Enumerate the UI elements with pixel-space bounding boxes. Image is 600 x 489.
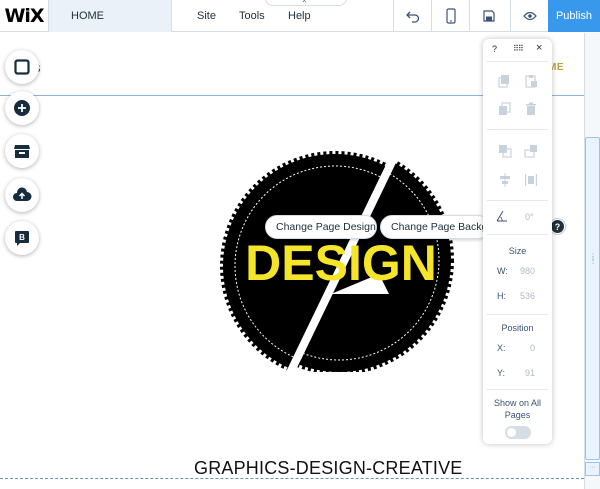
x-label: X: [497, 343, 506, 353]
panel-header: ? ⠿⠿ × [483, 39, 552, 61]
save-icon [482, 10, 495, 22]
width-label: W: [497, 266, 508, 276]
panel-divider [487, 61, 548, 62]
add-button[interactable] [5, 91, 39, 125]
panel-divider [487, 200, 548, 201]
eye-icon [522, 11, 537, 21]
panel-help-button[interactable]: ? [492, 44, 497, 54]
delete-icon[interactable] [524, 102, 538, 116]
help-icon: ? [551, 220, 564, 233]
y-label: Y: [497, 368, 506, 378]
show-on-all-pages-label: Show on All Pages [493, 398, 542, 420]
app-market-icon [14, 145, 30, 158]
editor-top-bar: WiX HOME ⌃ Site Tools Help Publish [0, 0, 600, 32]
drag-handle-icon[interactable]: ⠿⠿ [513, 44, 524, 53]
panel-divider [487, 314, 548, 315]
undo-icon [405, 11, 419, 23]
background-icon [14, 59, 30, 75]
undo-button[interactable] [393, 0, 431, 32]
rotate-icon[interactable] [495, 209, 509, 223]
duplicate-icon[interactable] [498, 102, 512, 116]
position-title: Position [501, 323, 534, 333]
rotation-value[interactable]: 0° [525, 212, 534, 222]
publish-button[interactable]: Publish [548, 0, 600, 32]
save-button[interactable] [469, 0, 507, 32]
add-icon [14, 100, 30, 116]
distribute-icon[interactable] [524, 173, 538, 187]
menu-help[interactable]: Help [288, 10, 311, 22]
scrollbar-thumb[interactable] [585, 137, 600, 460]
blog-button[interactable]: B [5, 221, 39, 255]
design-logo-text: DESIGN [245, 235, 437, 291]
copy-icon[interactable] [498, 74, 512, 88]
height-input[interactable]: 536 [511, 291, 535, 301]
paste-icon[interactable] [524, 74, 538, 88]
mobile-view-button[interactable] [431, 0, 469, 32]
change-page-background-button[interactable]: Change Page Backgro [380, 215, 490, 239]
send-backward-icon[interactable] [524, 144, 538, 158]
change-page-design-button[interactable]: Change Page Design [265, 215, 377, 239]
preview-button[interactable] [510, 0, 548, 32]
bring-forward-icon[interactable] [498, 144, 512, 158]
scroll-bottom-handle[interactable]: ··· [585, 462, 600, 476]
site-footer-text[interactable]: GRAPHICS-DESIGN-CREATIVE [194, 458, 463, 479]
wix-logo[interactable]: WiX [0, 0, 48, 32]
scroll-grip-icon: ⋮ ⋮ [589, 252, 597, 265]
align-icon[interactable] [498, 173, 512, 187]
size-title: Size [508, 246, 527, 256]
menu-tools[interactable]: Tools [239, 10, 265, 22]
toggle-knob [507, 428, 516, 437]
footer-boundary [0, 478, 584, 479]
height-label: H: [497, 291, 506, 301]
panel-close-button[interactable]: × [536, 42, 542, 54]
panel-divider [487, 129, 548, 130]
chevron-up-icon: ⌃ [301, 0, 308, 8]
show-on-all-pages-toggle[interactable] [505, 426, 531, 439]
y-input[interactable]: 91 [511, 368, 535, 378]
app-market-button[interactable] [5, 134, 39, 168]
upload-button[interactable] [5, 178, 39, 212]
mobile-icon [445, 8, 456, 24]
background-button[interactable] [5, 50, 39, 84]
svg-text:B: B [19, 233, 25, 242]
width-input[interactable]: 980 [511, 266, 535, 276]
arrange-toolbar-panel: ? ⠿⠿ × 0° Size W: 980 H: 536 Position X:… [483, 39, 552, 444]
upload-icon [13, 187, 32, 201]
page-selector[interactable]: HOME [48, 0, 172, 32]
x-input[interactable]: 0 [511, 343, 535, 353]
design-logo-image[interactable]: DESIGN [211, 146, 463, 378]
menu-site[interactable]: Site [197, 10, 216, 22]
panel-divider [487, 234, 548, 235]
blog-icon: B [15, 231, 29, 246]
panel-divider [487, 389, 548, 390]
